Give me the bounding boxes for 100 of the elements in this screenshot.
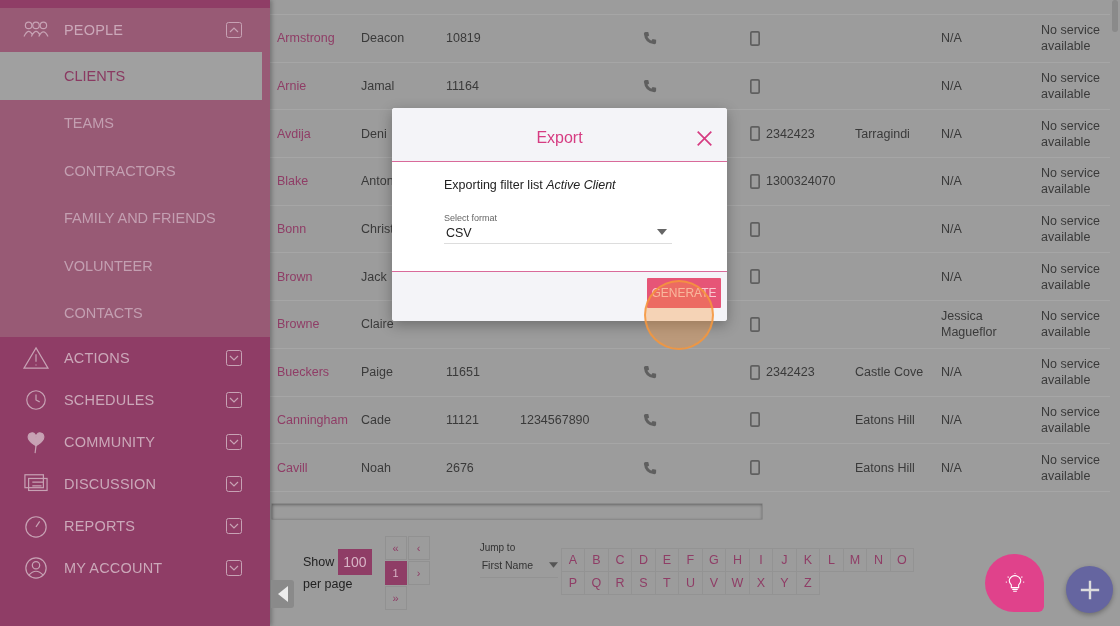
format-dropdown[interactable]: Select format CSV: [444, 213, 672, 244]
generate-button[interactable]: GENERATE: [647, 278, 721, 308]
letter-button[interactable]: O: [889, 547, 915, 572]
show-label: Show: [303, 554, 335, 569]
table-cell: N/A: [941, 78, 962, 95]
mobile-icon[interactable]: [750, 412, 760, 428]
client-surname-link[interactable]: Blake: [277, 174, 309, 189]
warning-icon: [22, 346, 50, 370]
chevron-down-icon[interactable]: [226, 392, 242, 408]
table-cell-text: No service available: [1041, 451, 1102, 484]
export-message: Exporting filter list Active Client: [444, 178, 617, 192]
client-surname-link[interactable]: Brown: [277, 269, 313, 284]
mobile-icon[interactable]: [750, 460, 760, 476]
table-cell: N/A: [941, 268, 962, 285]
phone-icon[interactable]: [643, 460, 657, 475]
mobile-icon[interactable]: [750, 364, 760, 380]
mobile-icon[interactable]: [750, 173, 760, 189]
client-surname-link[interactable]: Armstrong: [277, 31, 335, 46]
submenu-item[interactable]: TEAMS: [0, 99, 262, 147]
previous-page-button[interactable]: ‹: [407, 535, 430, 560]
table-cell: Christ: [361, 222, 394, 237]
close-icon[interactable]: [696, 130, 713, 147]
table-cell: 10819: [446, 31, 481, 46]
per-page-value[interactable]: 100: [338, 548, 372, 575]
plus-icon: [1078, 578, 1101, 601]
chevron-down-icon[interactable]: [226, 350, 242, 366]
submenu-item[interactable]: CONTACTS: [0, 289, 262, 337]
mobile-icon[interactable]: [750, 221, 760, 237]
menu-item[interactable]: DISCUSSION: [0, 463, 270, 505]
client-surname-link[interactable]: Bueckers: [277, 365, 330, 380]
menu-item[interactable]: REPORTS: [0, 505, 270, 547]
horizontal-scrollbar[interactable]: [271, 502, 763, 520]
letter-button[interactable]: N: [866, 547, 891, 572]
phone-icon[interactable]: [643, 31, 657, 46]
table-cell: Castle Cove: [855, 365, 924, 380]
mobile-icon[interactable]: [750, 316, 760, 332]
mobile-icon[interactable]: [750, 78, 760, 94]
chevron-down-icon[interactable]: [226, 434, 242, 450]
mobile-icon[interactable]: [750, 269, 760, 285]
table-cell: Eatons Hill: [855, 460, 915, 475]
client-surname-link[interactable]: Bonn: [277, 222, 307, 237]
caret-icon: [657, 228, 667, 235]
table-cell: Deacon: [361, 31, 405, 46]
menu-item[interactable]: MY ACCOUNT: [0, 547, 270, 589]
letter-button[interactable]: L: [819, 547, 844, 572]
table-cell: N/A: [941, 125, 962, 142]
menu-item[interactable]: SCHEDULES: [0, 379, 270, 421]
mobile-icon[interactable]: [750, 126, 760, 142]
chevron-up-icon[interactable]: [226, 22, 242, 38]
next-page-button[interactable]: ›: [407, 560, 430, 585]
submenu-item[interactable]: VOLUNTEER: [0, 242, 262, 290]
table-cell: N/A: [941, 173, 962, 190]
lightbulb-icon: [1003, 572, 1026, 594]
table-cell: N/A: [941, 459, 962, 476]
menu-item[interactable]: PEOPLE: [0, 8, 270, 52]
client-surname-link[interactable]: Canningham: [277, 412, 348, 427]
menu-item[interactable]: COMMUNITY: [0, 421, 270, 463]
table-cell: Noah: [361, 460, 391, 475]
add-button[interactable]: [1066, 566, 1113, 613]
first-page-button[interactable]: «: [384, 535, 407, 560]
last-page-button[interactable]: »: [384, 585, 407, 610]
phone-icon[interactable]: [643, 412, 657, 427]
letter-button[interactable]: A: [560, 547, 586, 572]
table-cell: 11651: [446, 365, 480, 380]
client-surname-link[interactable]: Avdija: [277, 126, 311, 141]
page-button[interactable]: 1: [384, 560, 407, 585]
table-cell: 1300324070: [766, 174, 836, 189]
table-cell: N/A: [941, 221, 962, 238]
gauge-icon: [22, 514, 50, 538]
chevron-down-icon[interactable]: [226, 476, 242, 492]
table-cell: N/A: [941, 30, 962, 47]
client-surname-link[interactable]: Browne: [277, 317, 320, 332]
table-cell: N/A: [941, 364, 962, 381]
click-highlight: [644, 280, 714, 350]
table-cell: Cade: [361, 412, 391, 427]
ideas-button[interactable]: [985, 554, 1044, 612]
table-cell: 1234567890: [520, 412, 590, 427]
collapse-sidebar-button[interactable]: [271, 580, 294, 608]
client-surname-link[interactable]: Cavill: [277, 460, 308, 475]
table-cell-text: No service available: [1041, 403, 1102, 436]
jump-to-dropdown[interactable]: First Name: [479, 558, 558, 578]
table-cell-text: No service available: [1041, 260, 1102, 293]
menu-item[interactable]: ACTIONS: [0, 337, 270, 379]
table-cell-text: No service available: [1041, 213, 1102, 246]
client-surname-link[interactable]: Arnie: [277, 79, 307, 94]
phone-icon[interactable]: [643, 79, 657, 94]
mobile-icon[interactable]: [750, 30, 760, 46]
triangle-left-icon: [277, 586, 288, 602]
table-cell-text: No service available: [1041, 117, 1102, 150]
table-cell: 2676: [446, 460, 474, 475]
user-icon: [22, 556, 50, 580]
chevron-down-icon[interactable]: [226, 518, 242, 534]
table-cell-text: No service available: [1041, 22, 1102, 55]
phone-icon[interactable]: [643, 365, 657, 380]
submenu-item[interactable]: FAMILY AND FRIENDS: [0, 194, 262, 242]
table-cell-text: No service available: [1041, 356, 1102, 389]
submenu-item[interactable]: CONTRACTORS: [0, 147, 262, 195]
submenu-item[interactable]: CLIENTS: [0, 52, 262, 100]
table-cell: 2342423: [766, 126, 815, 141]
chevron-down-icon[interactable]: [226, 560, 242, 576]
